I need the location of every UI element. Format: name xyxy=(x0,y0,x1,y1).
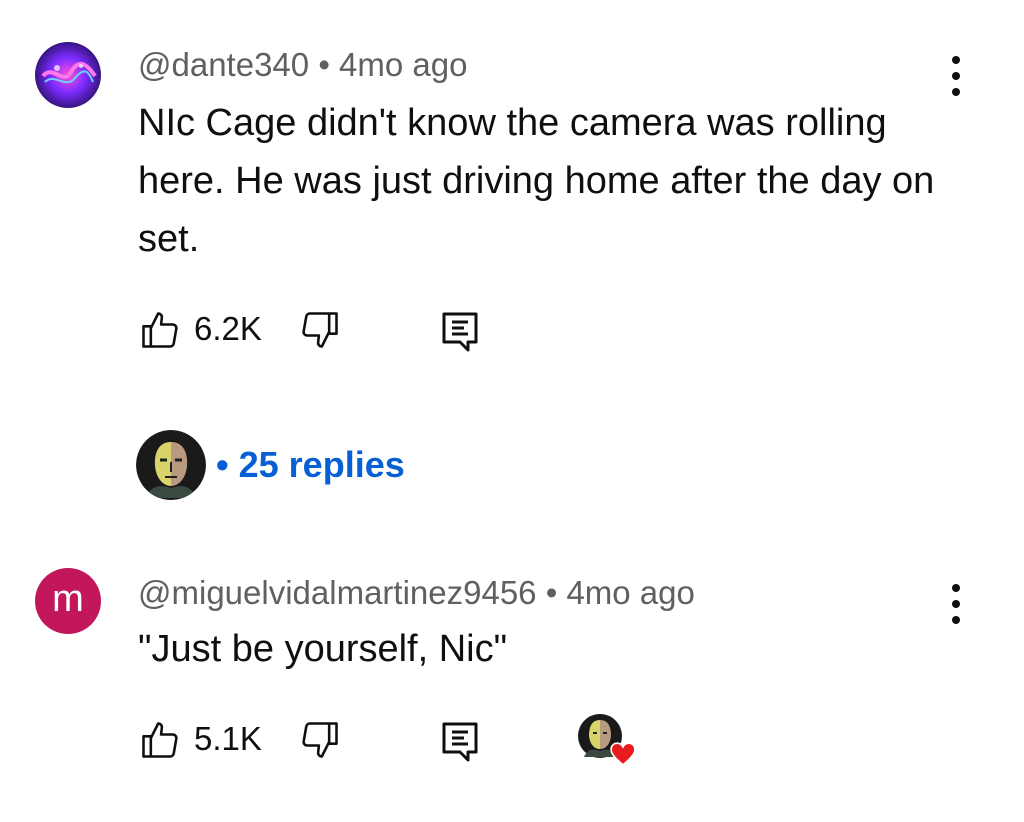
comment-text: "Just be yourself, Nic" xyxy=(138,628,508,670)
replies-count: 25 replies xyxy=(238,444,405,485)
comment-actions: 6.2K xyxy=(138,308,498,352)
neon-graphic-avatar-icon xyxy=(35,42,101,108)
avatar-dante340[interactable] xyxy=(35,42,101,108)
comment-meta: @miguelvidalmartinez9456 • 4mo ago xyxy=(138,574,695,612)
like-count: 5.1K xyxy=(194,720,262,757)
reply-comment-icon[interactable] xyxy=(440,720,480,764)
meta-separator: • xyxy=(318,46,330,83)
creator-heart-icon xyxy=(610,742,636,766)
thumbs-up-icon[interactable] xyxy=(138,718,182,762)
thumbs-up-icon[interactable] xyxy=(138,308,182,352)
comment-timestamp[interactable]: 4mo ago xyxy=(566,574,694,611)
comment-meta: @dante340 • 4mo ago xyxy=(138,46,467,84)
reply-comment-icon[interactable] xyxy=(440,310,480,354)
comment-timestamp[interactable]: 4mo ago xyxy=(339,46,467,83)
avatar-miguelvidalmartinez9456[interactable]: m xyxy=(35,568,101,634)
reply-author-avatar xyxy=(136,430,206,500)
more-vert-icon[interactable] xyxy=(944,582,968,626)
replies-dot: • xyxy=(216,444,229,485)
comment-text: NIc Cage didn't know the camera was roll… xyxy=(138,102,935,260)
like-count: 6.2K xyxy=(194,310,262,347)
replies-label: • 25 replies xyxy=(216,444,405,486)
comment-author-handle[interactable]: @miguelvidalmartinez9456 xyxy=(138,574,537,611)
thumbs-down-icon[interactable] xyxy=(298,308,342,352)
comment-actions: 5.1K xyxy=(138,714,658,766)
meta-separator: • xyxy=(545,574,558,611)
comment-author-handle[interactable]: @dante340 xyxy=(138,46,309,83)
face-portrait-icon xyxy=(136,430,206,500)
more-vert-icon[interactable] xyxy=(944,54,968,98)
creator-heart-badge xyxy=(578,714,638,770)
thumbs-down-icon[interactable] xyxy=(298,718,342,762)
